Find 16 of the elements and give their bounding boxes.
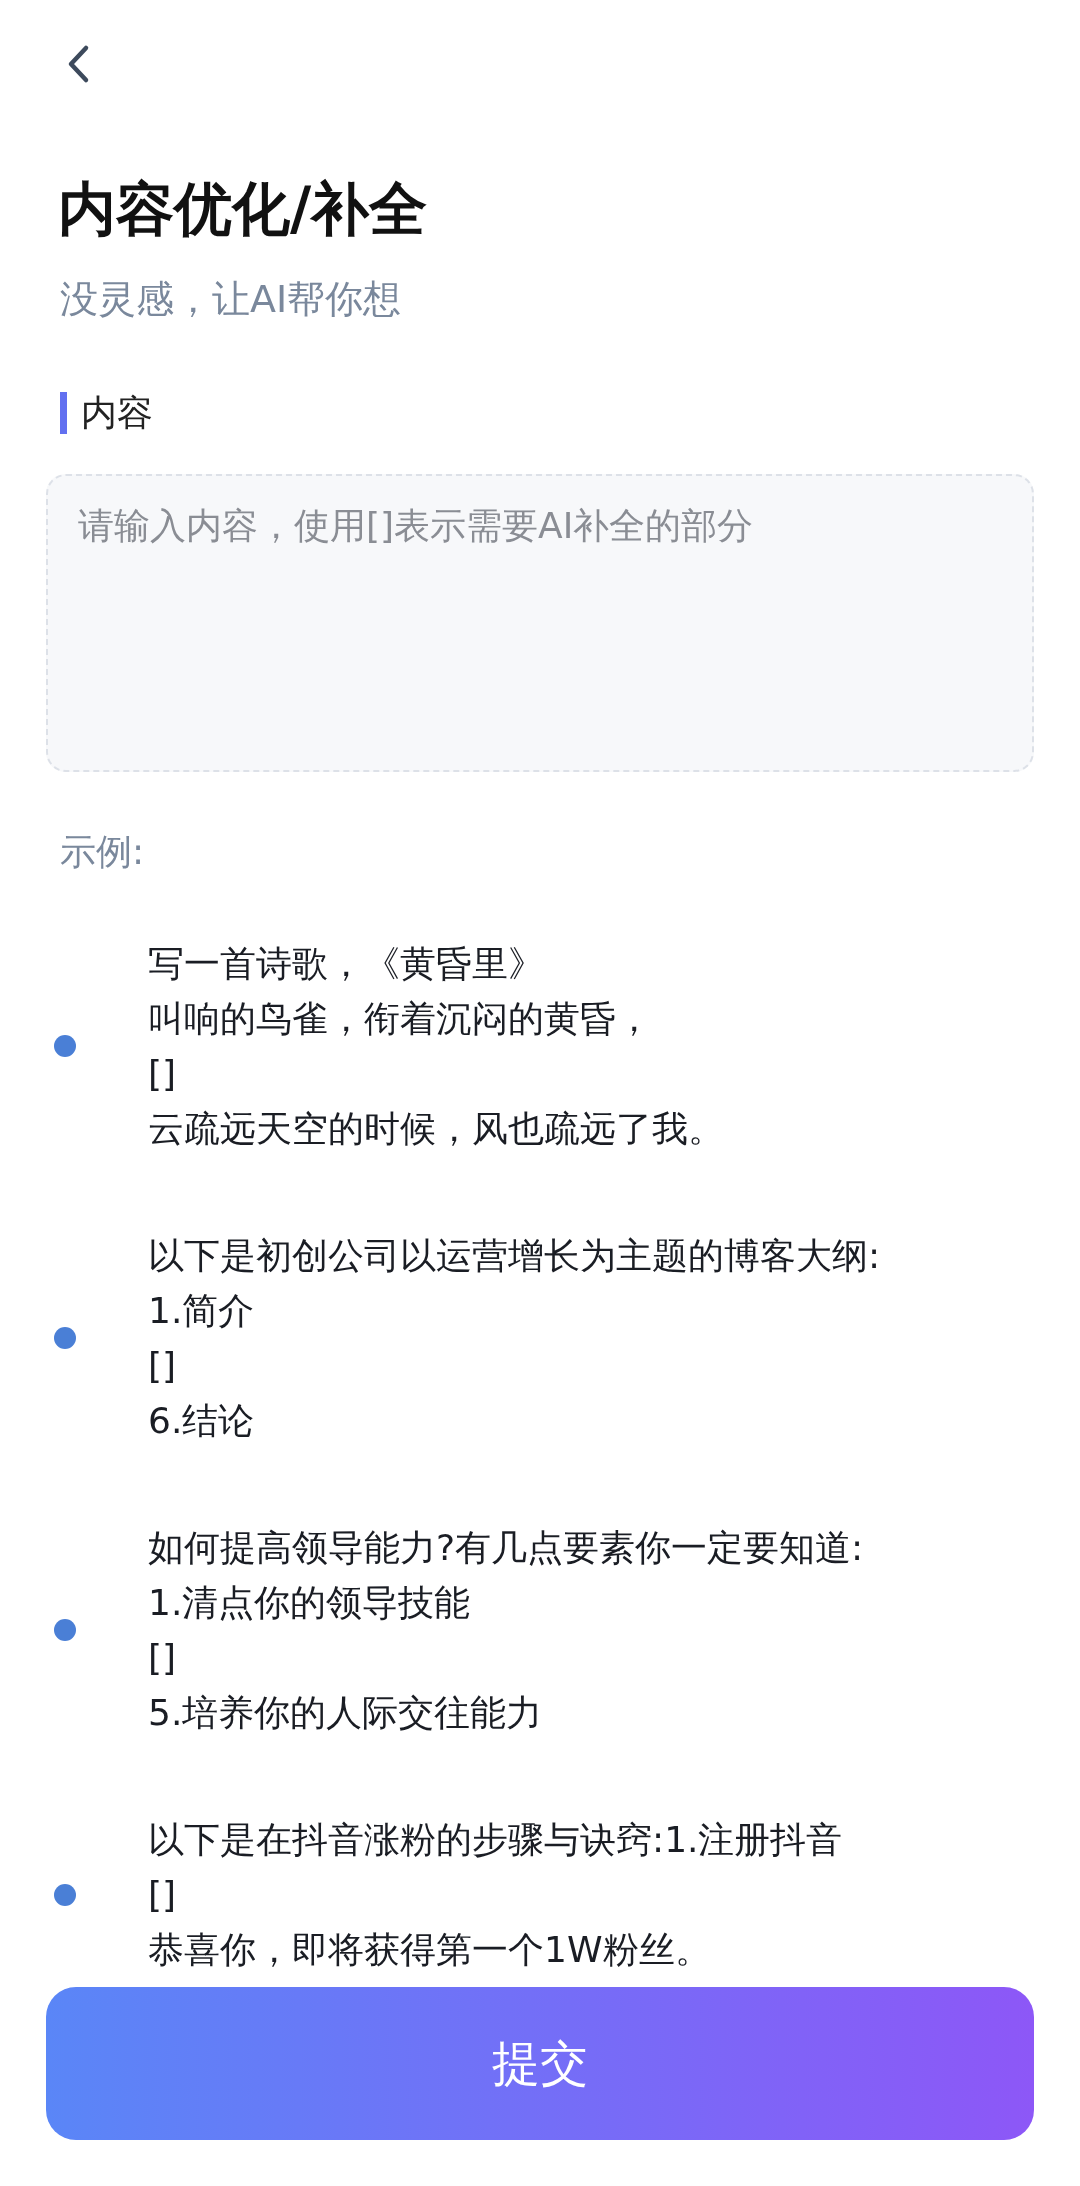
content-input-field[interactable]: 请输入内容，使用[]表示需要AI补全的部分 — [46, 474, 1034, 772]
page-subtitle: 没灵感，让AI帮你想 — [60, 280, 403, 318]
bullet-icon — [54, 1035, 76, 1057]
example-text[interactable]: 以下是在抖音涨粉的步骤与诀窍:1.注册抖音 [] 恭喜你，即将获得第一个1W粉丝。 — [148, 1812, 843, 1977]
bullet-icon — [54, 1883, 76, 1906]
bullet-icon — [54, 1327, 76, 1349]
submit-button[interactable]: 提交 — [46, 1987, 1034, 2140]
bullet-icon — [54, 1619, 76, 1641]
examples-label: 示例: — [60, 834, 146, 870]
section-marker — [60, 392, 67, 434]
page-title: 内容优化/补全 — [58, 180, 429, 238]
section-label: 内容 — [81, 395, 153, 431]
example-text[interactable]: 以下是初创公司以运营增长为主题的博客大纲: 1.简介 [] 6.结论 — [148, 1228, 881, 1448]
example-text[interactable]: 如何提高领导能力?有几点要素你一定要知道: 1.清点你的领导技能 [] 5.培养你的人际交往能力 — [148, 1520, 864, 1740]
example-text[interactable]: 写一首诗歌，《黄昏里》 叫响的鸟雀，衔着沉闷的黄昏， [] 云疏远天空的时候，风也疏远了我。 — [148, 936, 724, 1156]
back-icon[interactable] — [66, 44, 90, 84]
